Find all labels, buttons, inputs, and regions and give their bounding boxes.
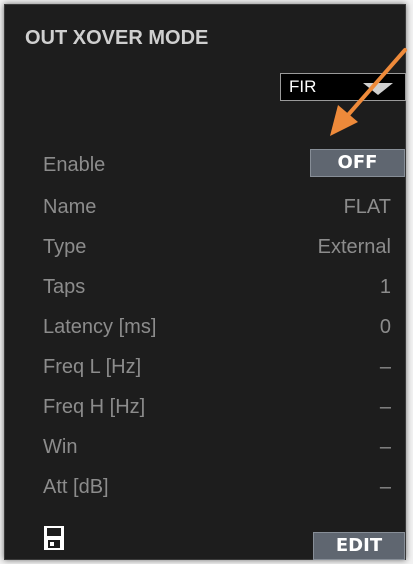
row-label-latency: Latency [ms]: [43, 316, 157, 338]
row-label-taps: Taps: [43, 276, 86, 298]
row-value-taps: 1: [379, 276, 391, 298]
mode-dropdown-value: FIR: [289, 77, 317, 96]
row-value-att: –: [379, 476, 391, 498]
edit-button[interactable]: EDIT: [313, 532, 405, 560]
floppy-disk-icon[interactable]: [43, 525, 65, 551]
row-value-latency: 0: [379, 316, 391, 338]
mode-dropdown[interactable]: FIR: [280, 73, 406, 101]
row-label-enable: Enable: [43, 154, 106, 176]
enable-toggle-button[interactable]: OFF: [310, 149, 405, 177]
row-label-freq-h: Freq H [Hz]: [43, 396, 146, 418]
panel-title: OUT XOVER MODE: [25, 27, 209, 49]
row-label-win: Win: [43, 436, 78, 458]
row-label-freq-l: Freq L [Hz]: [43, 356, 142, 378]
row-value-win: –: [379, 436, 391, 458]
row-label-name: Name: [43, 196, 97, 218]
row-label-type: Type: [43, 236, 87, 258]
row-label-att: Att [dB]: [43, 476, 109, 498]
row-value-freq-l: –: [379, 356, 391, 378]
chevron-down-icon: [363, 83, 393, 95]
row-value-name: FLAT: [343, 196, 391, 218]
row-value-type: External: [317, 236, 391, 258]
xover-panel: OUT XOVER MODE FIR Enable OFF Name FLAT …: [4, 4, 406, 560]
row-value-freq-h: –: [379, 396, 391, 418]
